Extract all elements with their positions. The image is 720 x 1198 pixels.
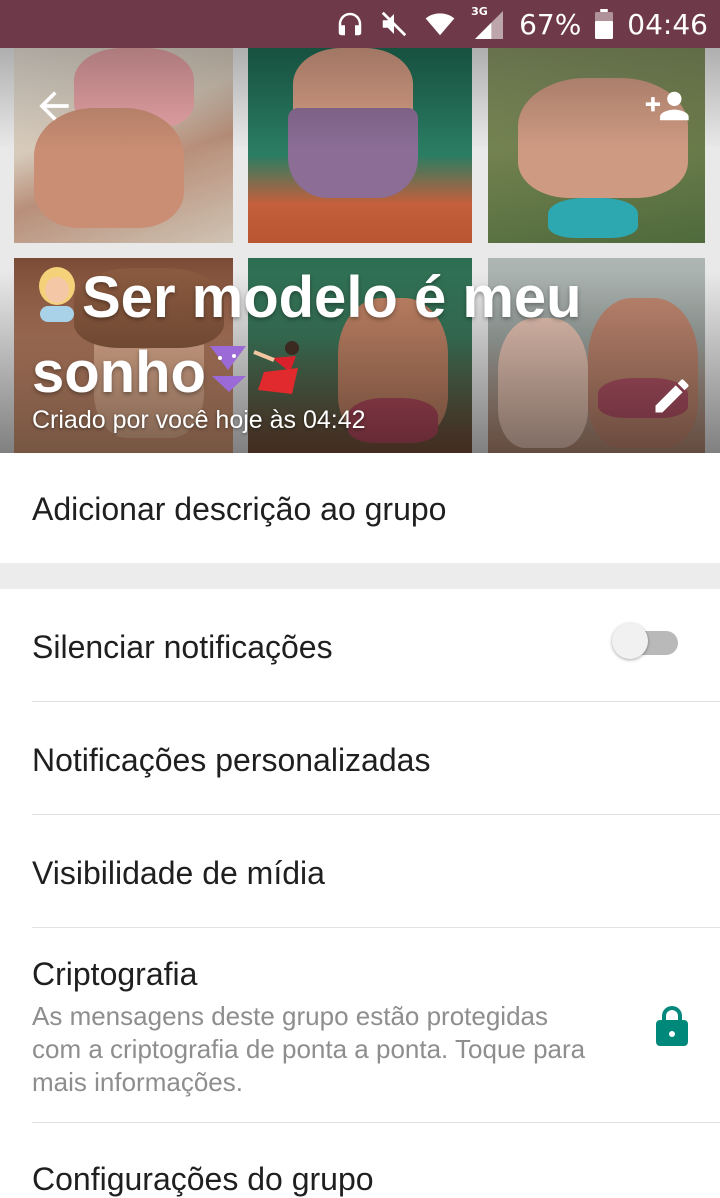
media-visibility-row[interactable]: Visibilidade de mídia bbox=[0, 815, 720, 927]
group-settings-row[interactable]: Configurações do grupo bbox=[0, 1123, 720, 1197]
encryption-label: Criptografia bbox=[32, 956, 198, 992]
custom-notifications-row[interactable]: Notificações personalizadas bbox=[0, 702, 720, 814]
headphones-icon bbox=[338, 12, 362, 36]
mute-icon bbox=[381, 11, 407, 37]
add-description-row[interactable]: Adicionar descrição ao grupo bbox=[0, 453, 720, 563]
battery-icon bbox=[595, 9, 614, 39]
section-divider bbox=[0, 563, 720, 589]
mute-notifications-row[interactable]: Silenciar notificações bbox=[0, 589, 720, 701]
lock-icon bbox=[656, 1006, 688, 1046]
dancer-emoji bbox=[252, 338, 308, 414]
created-by-text: Criado por você hoje às 04:42 bbox=[32, 406, 366, 434]
battery-percent: 67% bbox=[519, 7, 582, 41]
mute-notifications-label: Silenciar notificações bbox=[32, 629, 333, 665]
back-arrow-icon[interactable] bbox=[32, 84, 76, 128]
group-settings-label: Configurações do grupo bbox=[32, 1161, 374, 1197]
add-participant-icon[interactable] bbox=[644, 84, 694, 128]
mute-toggle[interactable] bbox=[612, 623, 678, 659]
media-visibility-label: Visibilidade de mídia bbox=[32, 855, 325, 891]
edit-pencil-icon[interactable] bbox=[650, 374, 694, 418]
encryption-row[interactable]: Criptografia As mensagens deste grupo es… bbox=[0, 928, 720, 1122]
woman-emoji bbox=[32, 266, 82, 338]
toggle-knob bbox=[612, 623, 648, 659]
group-header: Ser modelo é meu sonho Criado por você h… bbox=[0, 48, 720, 453]
group-title-line1: Ser modelo é meu bbox=[82, 265, 582, 330]
clock: 04:46 bbox=[627, 7, 708, 41]
wifi-icon bbox=[425, 13, 455, 36]
settings-list: Silenciar notificações Notificações pers… bbox=[0, 589, 720, 1197]
add-description-label: Adicionar descrição ao grupo bbox=[32, 491, 447, 527]
group-title: Ser modelo é meu sonho bbox=[32, 263, 632, 414]
custom-notifications-label: Notificações personalizadas bbox=[32, 742, 431, 778]
group-title-line2: sonho bbox=[32, 339, 206, 405]
signal-icon: 3G bbox=[471, 5, 505, 39]
bikini-emoji bbox=[206, 340, 252, 412]
status-bar: 3G 67% 04:46 bbox=[0, 0, 720, 48]
encryption-description: As mensagens deste grupo estão protegida… bbox=[32, 1001, 586, 1097]
